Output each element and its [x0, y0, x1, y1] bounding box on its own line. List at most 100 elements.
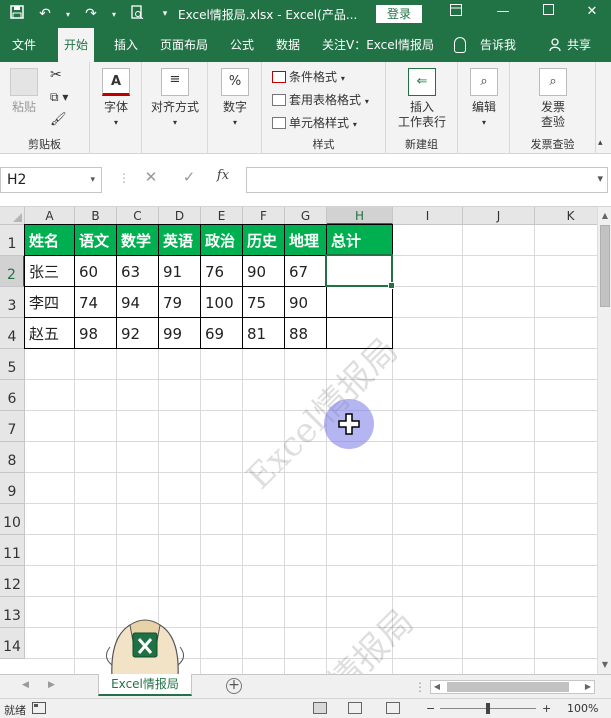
row-header-3[interactable]: 3: [0, 287, 25, 318]
close-icon[interactable]: ✕: [582, 4, 602, 19]
tab-insert[interactable]: 插入: [114, 28, 138, 62]
table-header-cell[interactable]: 政治: [201, 225, 243, 256]
column-header-a[interactable]: A: [25, 207, 75, 225]
share-button[interactable]: 共享: [567, 28, 591, 62]
table-header-cell[interactable]: 地理: [285, 225, 327, 256]
row-header-14[interactable]: 14: [0, 628, 25, 659]
format-painter-icon[interactable]: 🖌: [50, 112, 67, 127]
prev-sheet-icon[interactable]: ◀: [22, 680, 29, 690]
page-break-view-icon[interactable]: [386, 702, 400, 714]
score-cell[interactable]: 88: [285, 318, 327, 349]
table-header-cell[interactable]: 数学: [117, 225, 159, 256]
tab-page-layout[interactable]: 页面布局: [160, 28, 208, 62]
score-cell[interactable]: 100: [201, 287, 243, 318]
redo-dropdown-icon[interactable]: ▾: [110, 10, 118, 19]
score-cell[interactable]: 75: [243, 287, 285, 318]
row-header-4[interactable]: 4: [0, 318, 25, 349]
insert-function-icon[interactable]: fx: [214, 168, 232, 183]
row-header-7[interactable]: 7: [0, 411, 25, 442]
login-button[interactable]: 登录: [376, 5, 422, 23]
table-header-cell[interactable]: 历史: [243, 225, 285, 256]
undo-dropdown-icon[interactable]: ▾: [64, 10, 72, 19]
horizontal-scroll-thumb[interactable]: [447, 682, 569, 692]
redo-icon[interactable]: ↷: [82, 6, 100, 22]
number-button[interactable]: % 数字 ▾: [218, 68, 252, 130]
row-header-1[interactable]: 1: [0, 225, 25, 256]
name-box[interactable]: H2 ▾: [0, 167, 102, 193]
name-cell[interactable]: 李四: [25, 287, 75, 318]
select-all-button[interactable]: [0, 207, 25, 225]
minimize-icon[interactable]: —: [493, 4, 513, 19]
score-cell[interactable]: 92: [117, 318, 159, 349]
score-cell[interactable]: 67: [285, 256, 327, 287]
table-format-button[interactable]: 套用表格格式 ▾: [272, 91, 369, 108]
print-preview-icon[interactable]: [128, 5, 146, 23]
row-header-2[interactable]: 2: [0, 256, 25, 287]
scroll-left-icon[interactable]: ◀: [431, 681, 443, 693]
name-cell[interactable]: 赵五: [25, 318, 75, 349]
tab-follow[interactable]: 关注V：Excel情报局: [322, 28, 434, 62]
row-header-5[interactable]: 5: [0, 349, 25, 380]
undo-icon[interactable]: ↶: [36, 6, 54, 22]
table-header-cell[interactable]: 总计: [327, 225, 393, 256]
row-header-11[interactable]: 11: [0, 535, 25, 566]
zoom-in-button[interactable]: +: [542, 702, 551, 715]
column-header-c[interactable]: C: [117, 207, 159, 225]
scroll-up-icon[interactable]: ▲: [600, 211, 610, 221]
scroll-down-icon[interactable]: ▼: [600, 660, 610, 670]
score-cell[interactable]: 98: [75, 318, 117, 349]
column-header-b[interactable]: B: [75, 207, 117, 225]
invoice-check-button[interactable]: ⌕ 发票 查验: [534, 68, 572, 130]
cell-style-button[interactable]: 单元格样式 ▾: [272, 114, 357, 131]
column-header-j[interactable]: J: [463, 207, 535, 225]
alignment-button[interactable]: ≡ 对齐方式 ▾: [149, 68, 201, 130]
row-header-10[interactable]: 10: [0, 504, 25, 535]
tell-me-button[interactable]: 告诉我: [480, 28, 516, 62]
vertical-scrollbar[interactable]: ▲ ▼: [597, 207, 611, 674]
font-button[interactable]: A 字体 ▾: [99, 68, 133, 130]
customize-toolbar-icon[interactable]: ▾: [156, 9, 174, 19]
table-header-cell[interactable]: 姓名: [25, 225, 75, 256]
zoom-slider[interactable]: [440, 703, 536, 714]
cut-icon[interactable]: ✂: [50, 68, 62, 83]
tab-data[interactable]: 数据: [276, 28, 300, 62]
page-layout-view-icon[interactable]: [348, 702, 362, 714]
cancel-icon[interactable]: ✕: [142, 168, 160, 186]
score-cell[interactable]: 60: [75, 256, 117, 287]
macro-record-icon[interactable]: [32, 702, 46, 717]
name-cell[interactable]: 张三: [25, 256, 75, 287]
score-cell[interactable]: 63: [117, 256, 159, 287]
column-header-h[interactable]: H: [327, 207, 393, 225]
score-cell[interactable]: 79: [159, 287, 201, 318]
column-header-i[interactable]: I: [393, 207, 463, 225]
score-cell[interactable]: 94: [117, 287, 159, 318]
formula-input[interactable]: ▾: [246, 167, 608, 193]
tab-file[interactable]: 文件: [12, 28, 36, 62]
zoom-level[interactable]: 100%: [567, 702, 598, 715]
vertical-scroll-thumb[interactable]: [600, 225, 610, 307]
zoom-slider-knob[interactable]: [486, 703, 490, 714]
score-cell[interactable]: 81: [243, 318, 285, 349]
paste-button[interactable]: 粘贴: [6, 68, 42, 115]
add-sheet-icon[interactable]: +: [226, 678, 242, 694]
column-header-g[interactable]: G: [285, 207, 327, 225]
score-cell[interactable]: [327, 287, 393, 318]
ribbon-display-icon[interactable]: [446, 4, 466, 20]
column-header-d[interactable]: D: [159, 207, 201, 225]
conditional-format-button[interactable]: 条件格式 ▾: [272, 68, 345, 85]
column-header-k[interactable]: K: [535, 207, 597, 225]
score-cell[interactable]: 90: [243, 256, 285, 287]
column-header-e[interactable]: E: [201, 207, 243, 225]
save-icon[interactable]: [8, 5, 26, 23]
copy-icon[interactable]: ⧉ ▾: [50, 90, 68, 105]
row-header-9[interactable]: 9: [0, 473, 25, 504]
zoom-out-button[interactable]: −: [426, 702, 435, 715]
score-cell[interactable]: 76: [201, 256, 243, 287]
name-box-dropdown-icon[interactable]: ▾: [90, 168, 95, 192]
row-header-13[interactable]: 13: [0, 597, 25, 628]
row-header-8[interactable]: 8: [0, 442, 25, 473]
expand-formula-bar-icon[interactable]: ▾: [597, 172, 603, 185]
score-cell[interactable]: 90: [285, 287, 327, 318]
next-sheet-icon[interactable]: ▶: [48, 680, 55, 690]
tab-home[interactable]: 开始: [58, 28, 95, 62]
